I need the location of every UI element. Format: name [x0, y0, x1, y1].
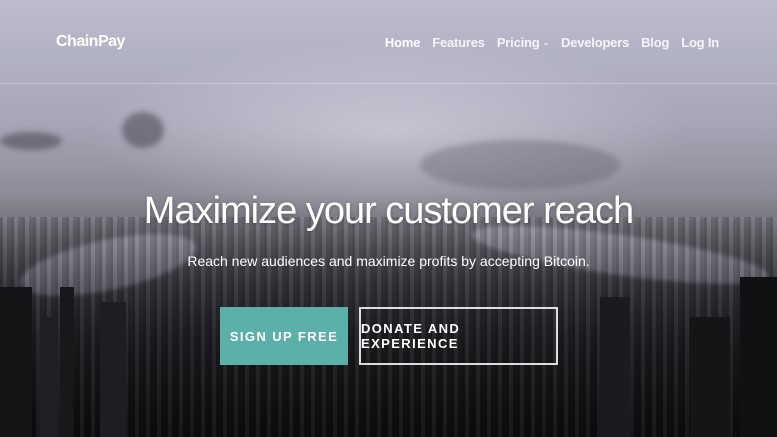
hero-subheadline: Reach new audiences and maximize profits…	[187, 253, 590, 269]
top-navbar: ChainPay Home Features Pricing ⌄ Develop…	[0, 0, 777, 84]
hero-headline: Maximize your customer reach	[143, 190, 634, 232]
nav-blog[interactable]: Blog	[641, 35, 669, 50]
building-shape	[0, 287, 32, 437]
nav-developers[interactable]: Developers	[561, 35, 629, 50]
building-shape	[740, 277, 777, 437]
nav-login[interactable]: Log In	[681, 35, 719, 50]
building-shape	[600, 297, 630, 437]
building-shape	[40, 317, 58, 437]
cloud-shape	[122, 112, 164, 148]
nav-pricing-label: Pricing	[496, 35, 540, 50]
sign-up-button[interactable]: SIGN UP FREE	[220, 307, 348, 365]
hero-section: ChainPay Home Features Pricing ⌄ Develop…	[0, 0, 777, 437]
cloud-shape	[420, 140, 620, 190]
nav-pricing[interactable]: Pricing ⌄	[497, 35, 549, 50]
nav-features[interactable]: Features	[432, 35, 485, 50]
donate-button[interactable]: DONATE AND EXPERIENCE	[359, 307, 558, 365]
brand-logo[interactable]: ChainPay	[56, 33, 125, 51]
main-nav: Home Features Pricing ⌄ Developers Blog …	[385, 35, 719, 50]
chevron-down-icon: ⌄	[542, 38, 550, 47]
nav-home[interactable]: Home	[385, 35, 421, 50]
building-shape	[60, 287, 74, 437]
cloud-shape	[0, 132, 62, 150]
building-shape	[690, 317, 730, 437]
building-shape	[100, 302, 126, 437]
